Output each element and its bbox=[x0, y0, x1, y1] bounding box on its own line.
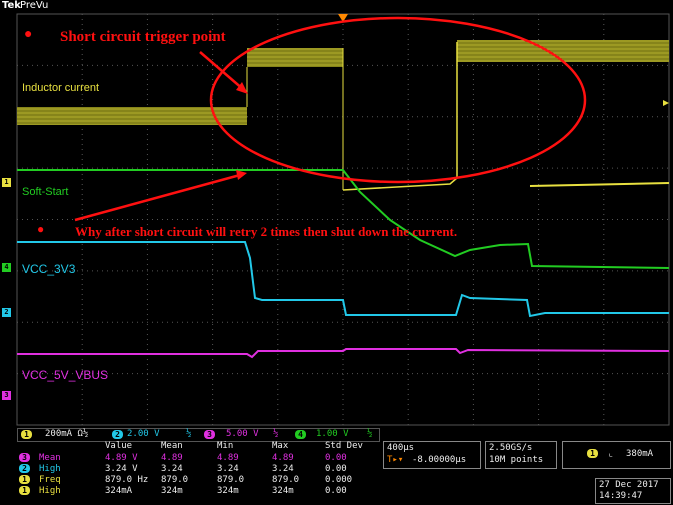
trigger-position-icon: T▸▾ bbox=[387, 455, 404, 465]
trigger-level-marker[interactable] bbox=[663, 100, 669, 106]
measurement-mean: 3.24 bbox=[161, 464, 183, 474]
measurement-std: 0.00 bbox=[325, 486, 347, 496]
measurement-min: 4.89 bbox=[217, 453, 239, 463]
ch4-marker[interactable]: 4 bbox=[2, 263, 11, 272]
record-length: 10M points bbox=[489, 455, 544, 465]
ch4-scale-value: 1.00 V bbox=[316, 429, 349, 439]
bullet-icon: ● bbox=[37, 222, 45, 236]
measurement-std: 0.00 bbox=[325, 453, 347, 463]
measurement-channel-badge: 2 bbox=[19, 464, 30, 473]
measurement-min: 879.0 bbox=[217, 475, 245, 485]
ch2-marker[interactable]: 2 bbox=[2, 308, 11, 317]
trigger-channel-badge: 1 bbox=[587, 449, 598, 458]
header-max: Max bbox=[272, 441, 289, 451]
measurement-mean: 4.89 bbox=[161, 453, 183, 463]
horizontal-position: -8.00000µs bbox=[412, 455, 467, 465]
soft-start-label: Soft-Start bbox=[22, 186, 69, 198]
header-mean: Mean bbox=[161, 441, 183, 451]
oscilloscope-screen: Tek PreVu 1 4 2 3 ● Short circuit trigge… bbox=[0, 0, 673, 505]
measurement-name: High bbox=[39, 464, 61, 474]
measurement-min: 3.24 bbox=[217, 464, 239, 474]
measurement-row[interactable]: 1 Freq 879.0 Hz 879.0 879.0 879.0 0.000 bbox=[17, 475, 378, 486]
measurement-max: 3.24 bbox=[272, 464, 294, 474]
ch3-scale-badge[interactable]: 3 bbox=[204, 430, 215, 439]
sample-rate: 2.50GS/s bbox=[489, 443, 533, 453]
channel-scale-bar[interactable]: 1 200mA Ω½ 2 2.00 V ½ 3 5.00 V ½ 4 1.00 … bbox=[17, 428, 380, 442]
ch2-scale-badge[interactable]: 2 bbox=[112, 430, 123, 439]
measurement-value: 4.89 V bbox=[105, 453, 138, 463]
ch3-bw-icon: ½ bbox=[273, 429, 279, 439]
measurement-header: Value Mean Min Max Std Dev bbox=[17, 441, 378, 452]
measurement-std: 0.000 bbox=[325, 475, 353, 485]
measurement-mean: 879.0 bbox=[161, 475, 189, 485]
measurement-row[interactable]: 2 High 3.24 V 3.24 3.24 3.24 0.00 bbox=[17, 464, 378, 475]
waveform-display[interactable] bbox=[0, 0, 673, 428]
measurement-channel-badge: 3 bbox=[19, 453, 30, 462]
ch1-scale-value: 200mA Ω½ bbox=[45, 429, 89, 439]
ch4-bw-icon: ½ bbox=[367, 429, 373, 439]
datetime-panel: 27 Dec 2017 14:39:47 bbox=[595, 478, 671, 504]
vcc-5v-vbus-label: VCC_5V_VBUS bbox=[22, 368, 109, 382]
vcc-5v-vbus-trace bbox=[17, 348, 670, 359]
time: 14:39:47 bbox=[599, 491, 643, 501]
measurement-row[interactable]: 1 High 324mA 324m 324m 324m 0.00 bbox=[17, 486, 378, 497]
date: 27 Dec 2017 bbox=[599, 480, 659, 490]
acquisition-panel[interactable]: 2.50GS/s 10M points bbox=[485, 441, 557, 469]
measurement-value: 3.24 V bbox=[105, 464, 138, 474]
inductor-current-label: Inductor current bbox=[22, 82, 100, 94]
ch3-marker[interactable]: 3 bbox=[2, 391, 11, 400]
inductor-current-trace bbox=[17, 40, 670, 191]
ch2-bw-icon: ½ bbox=[186, 429, 192, 439]
measurement-value: 879.0 Hz bbox=[105, 475, 149, 485]
measurement-std: 0.00 bbox=[325, 464, 347, 474]
measurement-min: 324m bbox=[217, 486, 239, 496]
horizontal-panel[interactable]: 400µs T▸▾ -8.00000µs bbox=[383, 441, 481, 469]
ch4-scale-badge[interactable]: 4 bbox=[295, 430, 306, 439]
measurement-max: 879.0 bbox=[272, 475, 300, 485]
measurement-mean: 324m bbox=[161, 486, 183, 496]
trigger-annotation: Short circuit trigger point bbox=[60, 29, 226, 45]
bullet-icon: ● bbox=[24, 27, 33, 42]
measurement-max: 324m bbox=[272, 486, 294, 496]
measurement-table[interactable]: Value Mean Min Max Std Dev 3 Mean 4.89 V 4.… bbox=[17, 441, 378, 503]
readout-panel: 1 200mA Ω½ 2 2.00 V ½ 3 5.00 V ½ 4 1.00 … bbox=[0, 428, 673, 505]
timebase-value: 400µs bbox=[387, 443, 415, 453]
trigger-slope-icon: ⌞ bbox=[608, 449, 614, 459]
question-annotation: Why after short circuit will retry 2 tim… bbox=[75, 224, 458, 239]
measurement-value: 324mA bbox=[105, 486, 133, 496]
ch3-scale-value: 5.00 V bbox=[226, 429, 259, 439]
measurement-row[interactable]: 3 Mean 4.89 V 4.89 4.89 4.89 0.00 bbox=[17, 453, 378, 464]
annotation-ellipse bbox=[209, 16, 587, 184]
measurement-channel-badge: 1 bbox=[19, 486, 30, 495]
trigger-panel[interactable]: 1 ⌞ 380mA bbox=[562, 441, 671, 469]
ch2-scale-value: 2.00 V bbox=[127, 429, 160, 439]
trigger-level: 380mA bbox=[626, 449, 654, 459]
measurement-name: Mean bbox=[39, 453, 61, 463]
measurement-name: High bbox=[39, 486, 61, 496]
vcc-3v3-label: VCC_3V3 bbox=[22, 262, 76, 276]
ch1-scale-badge[interactable]: 1 bbox=[21, 430, 32, 439]
header-value: Value bbox=[105, 441, 133, 451]
header-min: Min bbox=[217, 441, 234, 451]
header-stddev: Std Dev bbox=[325, 441, 363, 451]
measurement-name: Freq bbox=[39, 475, 61, 485]
ch1-marker[interactable]: 1 bbox=[2, 178, 11, 187]
arrow-head-icon bbox=[236, 170, 247, 180]
measurement-channel-badge: 1 bbox=[19, 475, 30, 484]
measurement-max: 4.89 bbox=[272, 453, 294, 463]
